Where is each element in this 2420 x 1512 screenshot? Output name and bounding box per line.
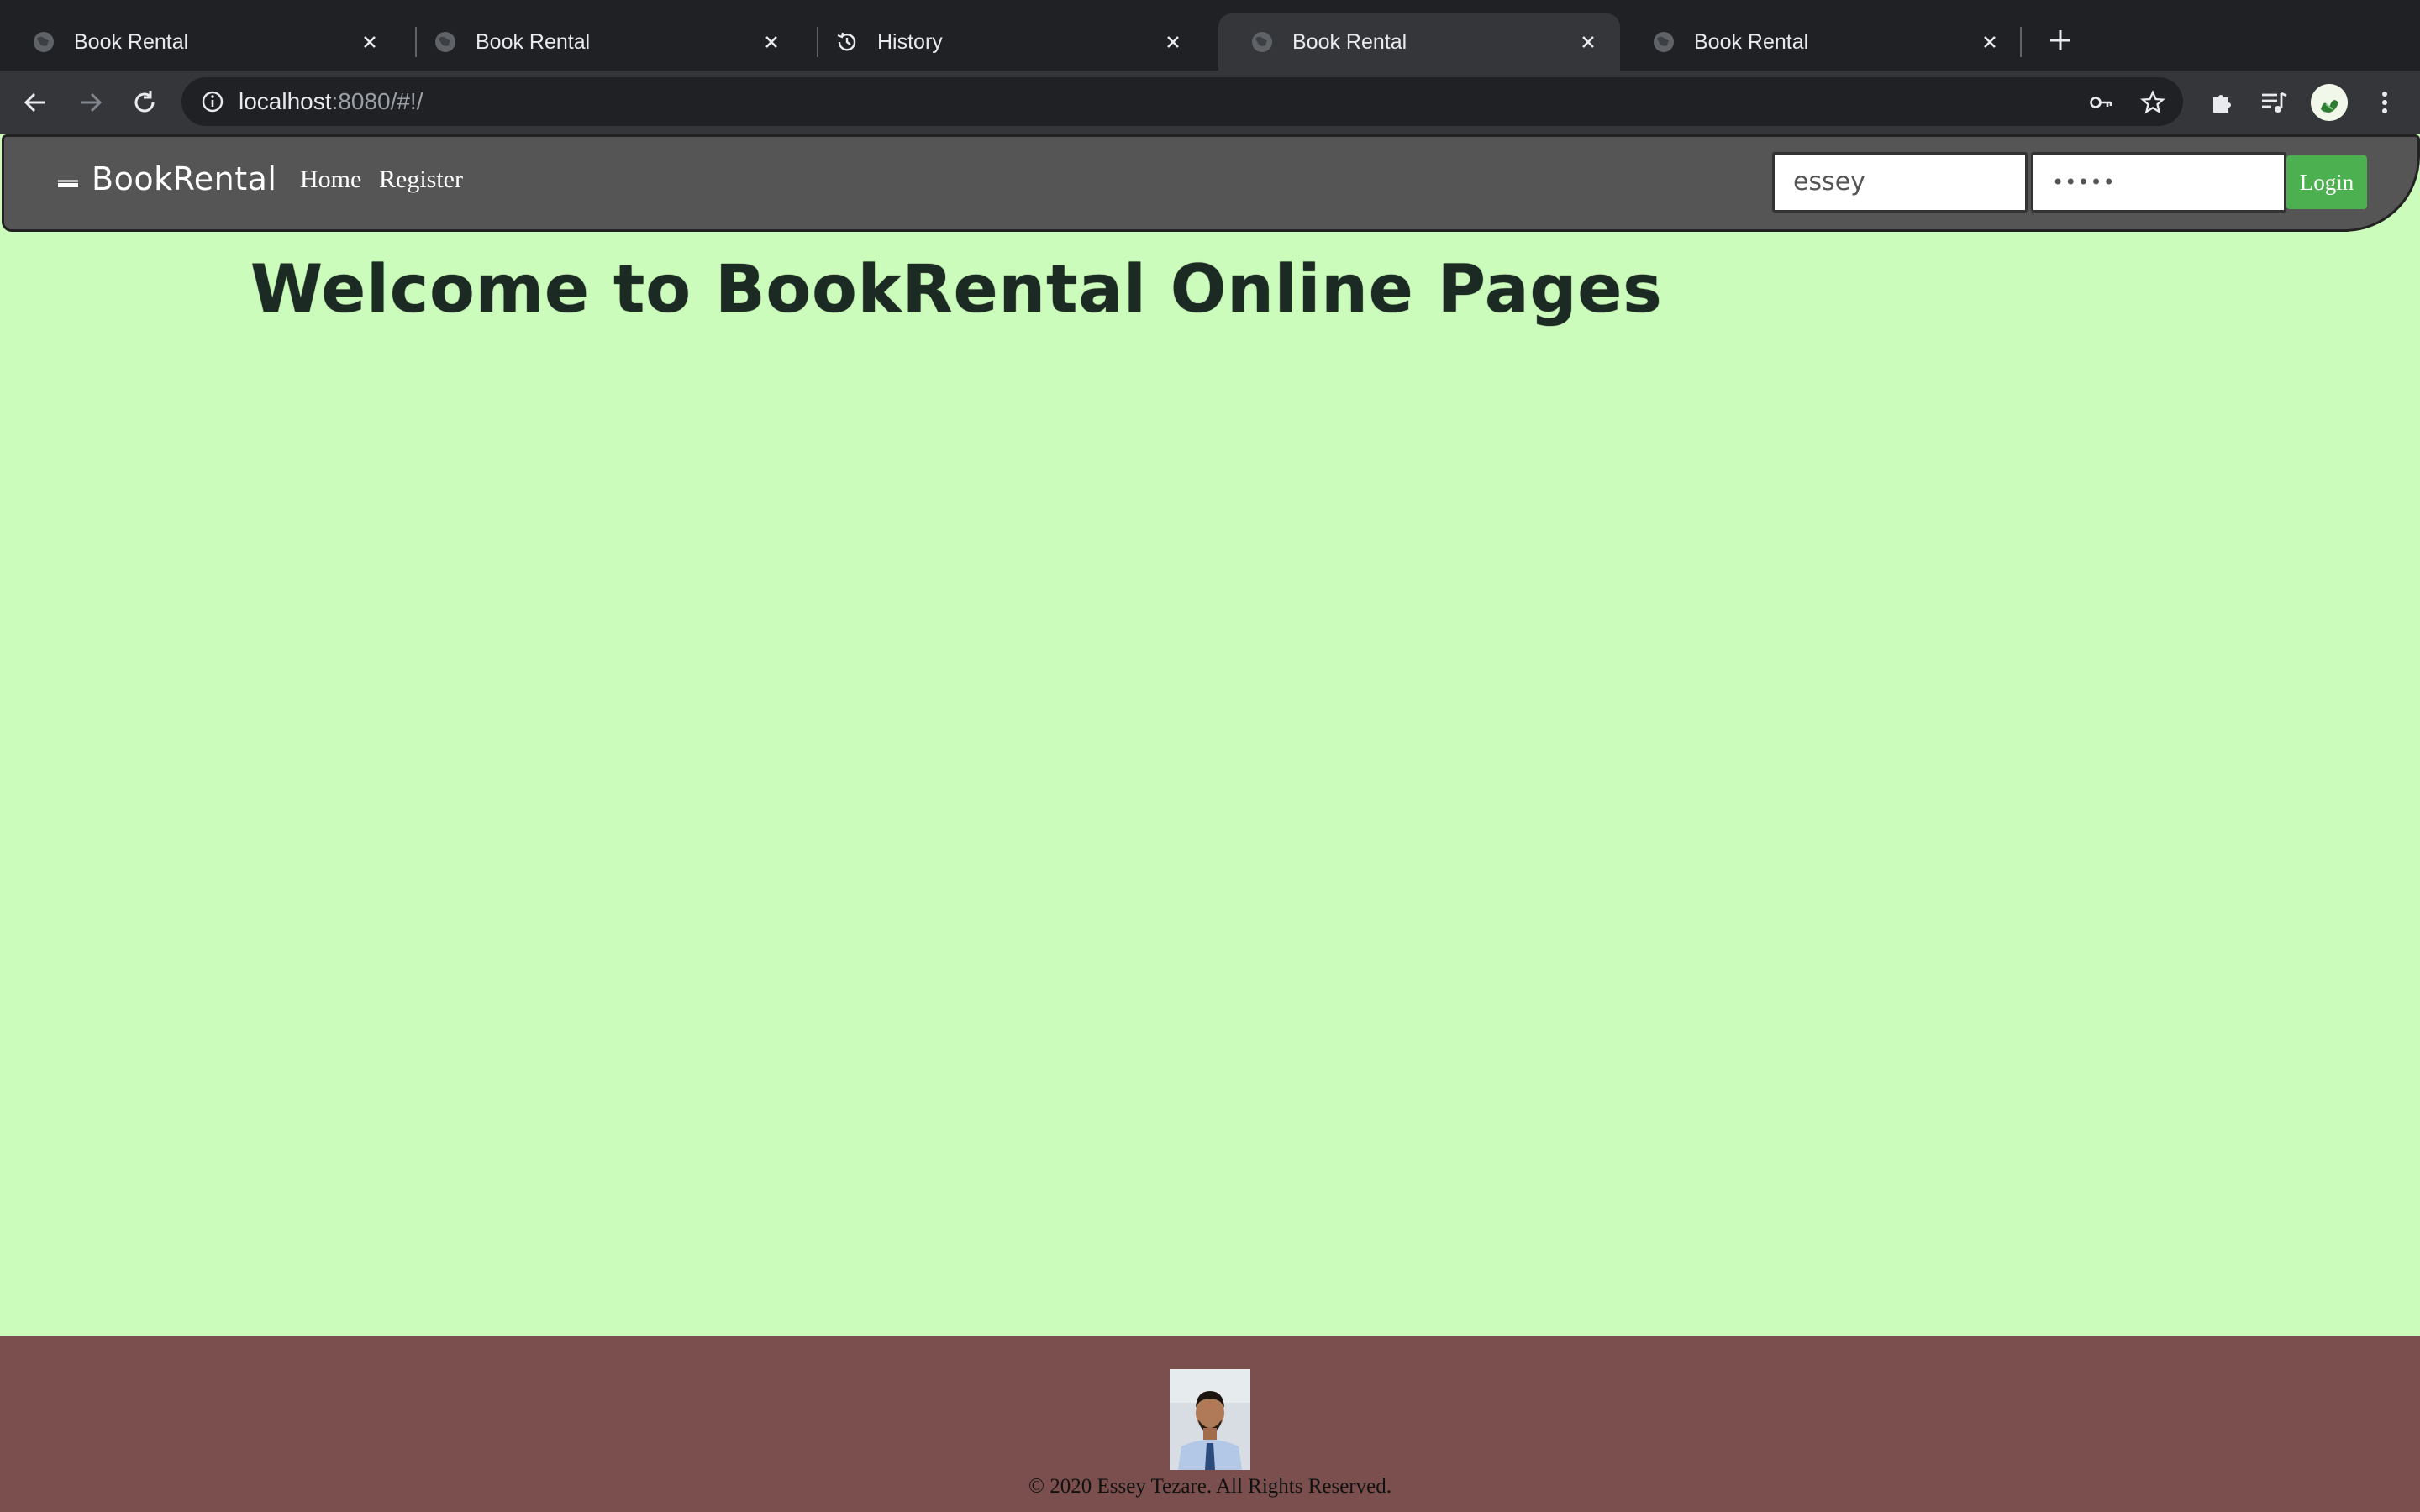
history-icon — [837, 32, 856, 51]
tab-book-rental-5[interactable]: Book Rental — [1620, 13, 2022, 71]
brand-link[interactable]: BookRental — [56, 160, 276, 197]
brand-text: BookRental — [92, 160, 277, 197]
nav-link-home[interactable]: Home — [300, 165, 361, 194]
tab-title: Book Rental — [476, 30, 591, 54]
forward-icon[interactable] — [74, 86, 108, 119]
bookmark-star-icon[interactable] — [2139, 89, 2166, 116]
extensions-icon[interactable] — [2207, 87, 2237, 118]
close-icon[interactable] — [758, 29, 785, 55]
copyright-text: © 2020 Essey Tezare. All Rights Reserved… — [1028, 1475, 1392, 1498]
author-photo — [1170, 1369, 1250, 1470]
globe-icon — [1654, 32, 1674, 52]
tab-book-rental-2[interactable]: Book Rental — [402, 13, 803, 71]
info-icon[interactable] — [200, 89, 225, 114]
tab-title: Book Rental — [1694, 30, 1809, 54]
url-host: localhost — [239, 88, 332, 114]
browser-toolbar: localhost:8080/#!/ — [0, 71, 2420, 134]
new-tab-icon[interactable] — [2045, 25, 2075, 55]
brand-logo-icon — [58, 180, 78, 187]
back-icon[interactable] — [18, 86, 52, 119]
close-icon[interactable] — [1976, 29, 2003, 55]
url-path: :8080/#!/ — [331, 88, 424, 114]
page-title: Welcome to BookRental Online Pages — [250, 252, 1663, 328]
login-button[interactable]: Login — [2286, 155, 2367, 209]
close-icon[interactable] — [1575, 29, 1602, 55]
site-navbar: BookRental Home Register essey ••••• Log… — [2, 134, 2420, 232]
close-icon[interactable] — [356, 29, 383, 55]
tab-book-rental-active[interactable]: Book Rental — [1218, 13, 1620, 71]
key-icon[interactable] — [2087, 89, 2114, 116]
reload-icon[interactable] — [128, 86, 161, 119]
close-icon[interactable] — [1160, 29, 1186, 55]
tab-title: History — [877, 30, 943, 54]
globe-icon — [1252, 32, 1272, 52]
tab-separator — [2020, 27, 2022, 57]
username-input[interactable]: essey — [1772, 152, 2028, 213]
address-bar[interactable]: localhost:8080/#!/ — [182, 77, 2183, 126]
author-portrait-icon — [1170, 1369, 1250, 1470]
url-text: localhost:8080/#!/ — [239, 89, 424, 114]
tab-history[interactable]: History — [803, 13, 1205, 71]
media-queue-icon[interactable] — [2259, 87, 2289, 118]
menu-kebab-icon[interactable] — [2370, 87, 2400, 118]
tab-strip: Book Rental Book Rental History Book Ren… — [0, 0, 2420, 71]
tab-book-rental-1[interactable]: Book Rental — [0, 13, 402, 71]
tab-title: Book Rental — [74, 30, 189, 54]
globe-icon — [34, 32, 54, 52]
tab-title: Book Rental — [1292, 30, 1407, 54]
password-input[interactable]: ••••• — [2031, 152, 2286, 213]
profile-image-icon — [2311, 84, 2348, 121]
profile-avatar[interactable] — [2311, 84, 2348, 121]
nav-link-register[interactable]: Register — [379, 165, 463, 194]
footer: © 2020 Essey Tezare. All Rights Reserved… — [0, 1336, 2420, 1512]
globe-icon — [435, 32, 455, 52]
